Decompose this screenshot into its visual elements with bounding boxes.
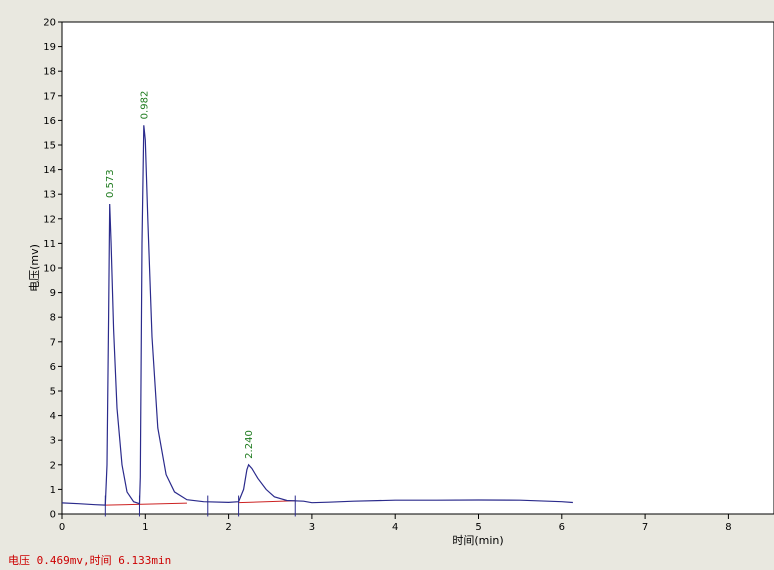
- y-tick-label: 16: [43, 116, 56, 127]
- x-tick-label: 3: [309, 522, 315, 533]
- y-axis-title: 电压(mv): [28, 244, 41, 292]
- plot-area: [61, 21, 774, 515]
- peak-label: 0.982: [139, 91, 150, 120]
- y-tick-label: 11: [43, 239, 56, 250]
- y-tick-label: 8: [50, 313, 56, 324]
- y-tick-label: 4: [50, 411, 56, 422]
- x-tick-label: 4: [392, 522, 398, 533]
- y-tick-label: 2: [50, 460, 56, 471]
- x-tick-label: 8: [725, 522, 731, 533]
- y-tick-label: 19: [43, 42, 56, 53]
- x-tick-label: 6: [559, 522, 565, 533]
- y-tick-label: 10: [43, 264, 56, 275]
- x-axis-title: 时间(min): [452, 534, 503, 547]
- y-tick-label: 20: [43, 18, 56, 29]
- x-tick-label: 2: [225, 522, 231, 533]
- y-tick-label: 12: [43, 214, 56, 225]
- y-tick-label: 14: [43, 165, 56, 176]
- chromatogram-chart: 01234567891011121314151617181920 0123456…: [28, 18, 774, 547]
- peak-label: 0.573: [105, 169, 116, 198]
- y-tick-label: 18: [43, 67, 56, 78]
- x-tick-label: 5: [475, 522, 481, 533]
- y-tick-label: 15: [43, 141, 56, 152]
- y-tick-label: 1: [50, 485, 56, 496]
- y-tick-label: 3: [50, 436, 56, 447]
- peak-label: 2.240: [244, 430, 255, 459]
- y-tick-label: 5: [50, 387, 56, 398]
- x-tick-label: 1: [142, 522, 148, 533]
- y-tick-label: 6: [50, 362, 56, 373]
- status-readout: 电压 0.469mv,时间 6.133min: [8, 554, 172, 567]
- y-tick-label: 0: [50, 510, 56, 521]
- y-tick-label: 17: [43, 91, 56, 102]
- x-tick-label: 7: [642, 522, 648, 533]
- x-tick-label: 0: [59, 522, 65, 533]
- y-tick-label: 13: [43, 190, 56, 201]
- y-tick-label: 9: [50, 288, 56, 299]
- y-tick-label: 7: [50, 337, 56, 348]
